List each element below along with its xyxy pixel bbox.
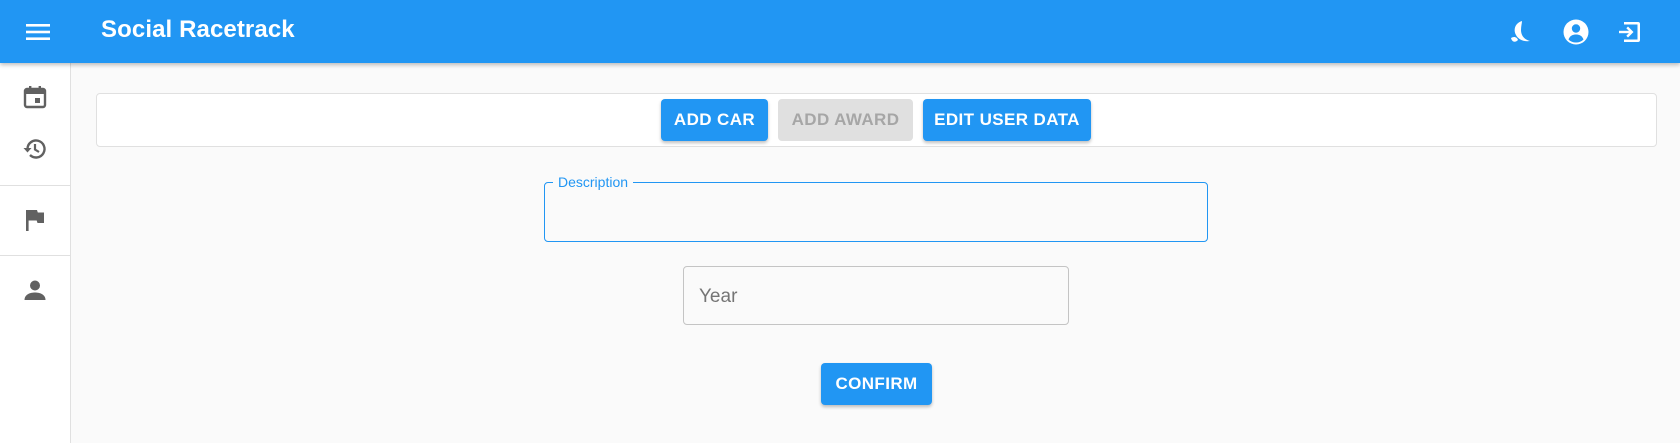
add-award-button: ADD AWARD [778, 99, 913, 141]
description-input[interactable] [559, 201, 1193, 231]
description-label: Description [553, 173, 634, 191]
sidebar-item-profile[interactable] [0, 265, 70, 315]
moon-theme-icon[interactable] [1505, 16, 1537, 48]
sidebar-item-flag[interactable] [0, 195, 70, 245]
year-input[interactable] [697, 282, 1051, 312]
app-bar: Social Racetrack [0, 0, 1680, 63]
menu-icon[interactable] [22, 17, 54, 47]
history-icon [22, 136, 48, 162]
account-circle-icon[interactable] [1560, 16, 1592, 48]
app-title: Social Racetrack [101, 16, 295, 43]
person-icon [22, 277, 48, 303]
sidebar-item-calendar[interactable] [0, 72, 70, 122]
confirm-button[interactable]: CONFIRM [821, 363, 932, 405]
logout-icon[interactable] [1614, 16, 1646, 48]
edit-user-data-button[interactable]: EDIT USER DATA [923, 99, 1091, 141]
calendar-icon [22, 84, 48, 110]
sidebar-item-history[interactable] [0, 124, 70, 174]
sidebar [0, 63, 71, 443]
sidebar-divider [0, 255, 70, 256]
year-field [683, 266, 1069, 325]
sidebar-divider [0, 185, 70, 186]
flag-icon [22, 207, 48, 233]
add-car-button[interactable]: ADD CAR [661, 99, 768, 141]
description-field: Description [544, 173, 1208, 242]
